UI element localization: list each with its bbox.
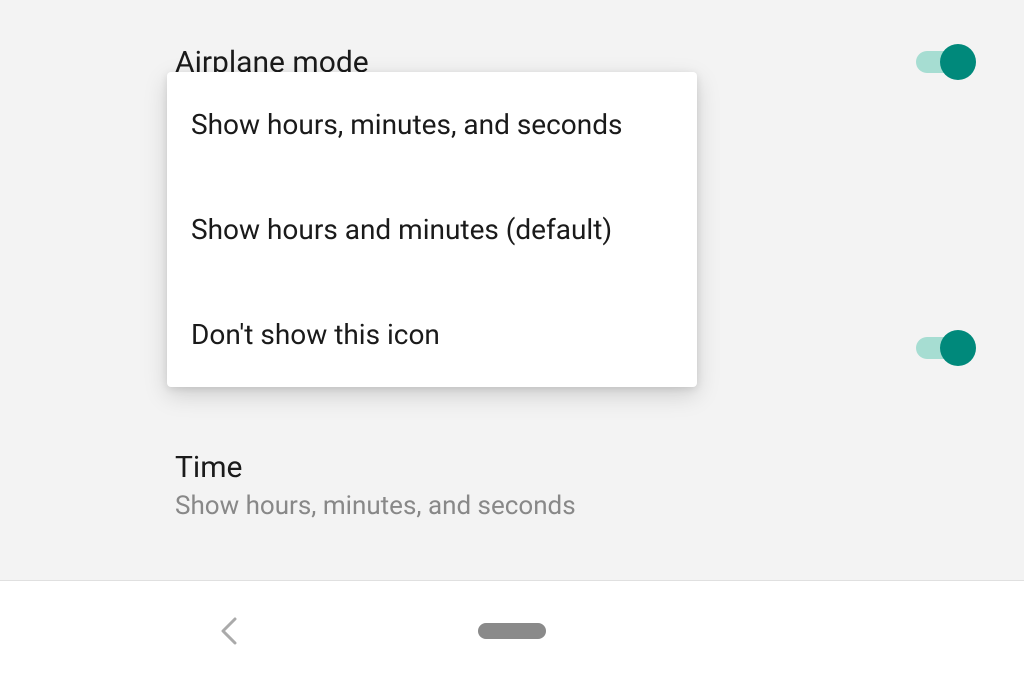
option-show-minutes-default[interactable]: Show hours and minutes (default) [167,177,697,282]
navigation-bar [0,580,1024,680]
option-show-seconds[interactable]: Show hours, minutes, and seconds [167,72,697,177]
airplane-mode-toggle[interactable] [916,42,976,82]
setting-toggle-2[interactable] [916,328,976,368]
time-setting-row[interactable]: Time Show hours, minutes, and seconds [175,450,576,521]
nav-home-pill[interactable] [478,623,546,639]
chevron-left-icon [219,615,239,647]
nav-back-button[interactable] [215,617,243,645]
time-subtitle: Show hours, minutes, and seconds [175,491,576,521]
option-dont-show[interactable]: Don't show this icon [167,282,697,387]
toggle-thumb [940,330,976,366]
toggle-thumb [940,44,976,80]
time-format-popup: Show hours, minutes, and seconds Show ho… [167,72,697,387]
time-title: Time [175,450,576,485]
settings-content: Airplane mode Show hours, minutes, and s… [0,0,1024,580]
